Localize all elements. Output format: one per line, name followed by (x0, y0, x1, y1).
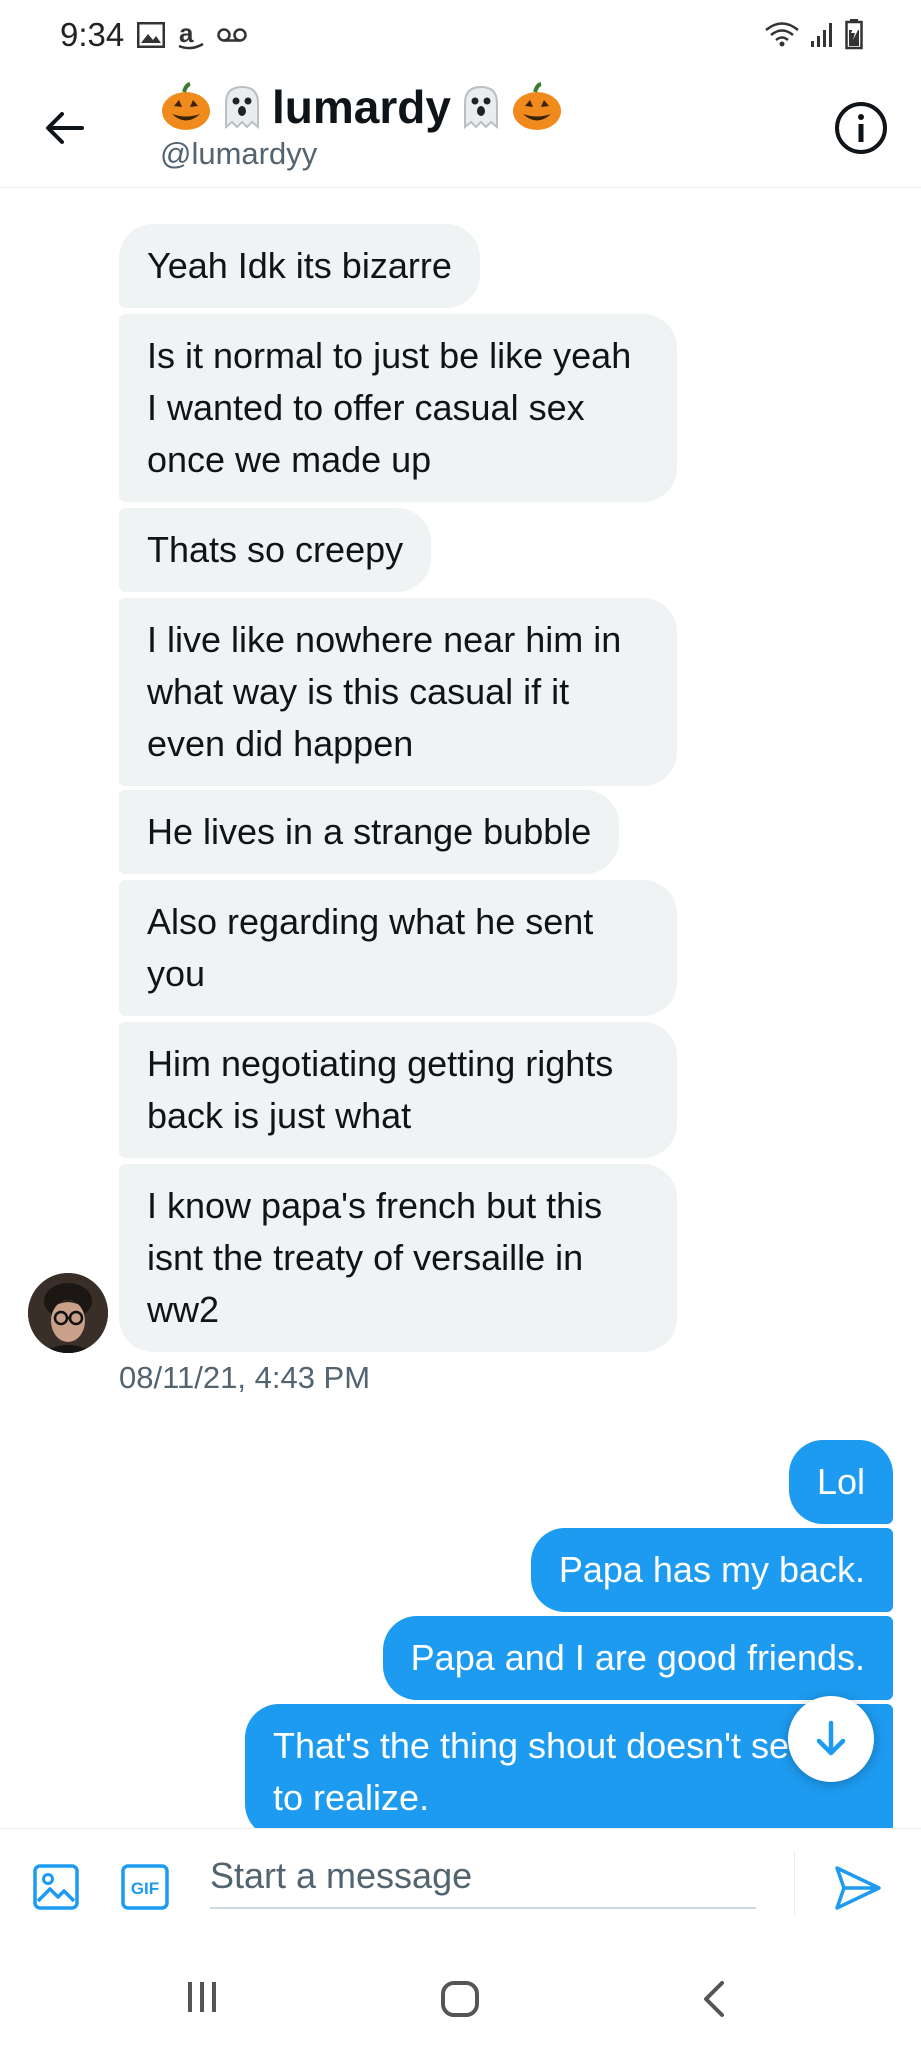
signal-icon (809, 19, 837, 54)
message-composer: GIF Start a message (0, 1828, 921, 1939)
voicemail-icon (217, 25, 247, 50)
info-button[interactable] (831, 98, 891, 158)
message-bubble-incoming[interactable]: Yeah Idk its bizarre (119, 224, 480, 308)
recent-apps-icon (188, 1982, 216, 2012)
gif-icon: GIF (121, 1864, 169, 1910)
message-bubble-incoming[interactable]: Also regarding what he sent you (119, 880, 677, 1016)
message-bubble-outgoing[interactable]: Lol (788, 1440, 893, 1524)
message-bubble-outgoing[interactable]: Papa and I are good friends. (382, 1616, 893, 1700)
message-bubble-incoming[interactable]: Is it normal to just be like yeah I want… (119, 314, 677, 502)
message-bubble-outgoing[interactable]: Papa has my back. (530, 1528, 893, 1612)
home-button[interactable] (440, 1980, 480, 2023)
conversation-handle: @lumardyy (160, 136, 318, 171)
arrow-down-icon (816, 1720, 846, 1756)
info-icon (835, 102, 887, 154)
send-button[interactable] (834, 1865, 882, 1916)
back-nav-button[interactable] (700, 1980, 728, 2023)
message-input[interactable]: Start a message (210, 1851, 756, 1909)
conversation-title: lumardy (160, 74, 563, 140)
jack-o-lantern-emoji (512, 82, 561, 130)
ghost-emoji (225, 85, 259, 130)
jack-o-lantern-emoji (162, 82, 210, 130)
ghost-emoji (463, 85, 498, 130)
composer-divider (794, 1851, 795, 1915)
status-right-icons (763, 18, 863, 55)
home-icon (441, 1981, 479, 2017)
status-left-icons: a (136, 18, 247, 55)
message-list[interactable]: Yeah Idk its bizarre Is it normal to jus… (0, 188, 921, 1828)
status-bar: 9:34 a (0, 0, 921, 72)
message-bubble-incoming[interactable]: I know papa's french but this isnt the t… (119, 1164, 677, 1352)
profile-photo (28, 1273, 108, 1353)
gif-button[interactable]: GIF (120, 1863, 170, 1916)
arrow-left-icon (46, 112, 84, 144)
gif-label: GIF (131, 1879, 159, 1898)
conversation-header: lumardy @lumardyy (0, 72, 921, 188)
status-time: 9:34 (60, 16, 125, 53)
message-bubble-incoming[interactable]: Him negotiating getting rights back is j… (119, 1022, 677, 1158)
message-bubble-incoming[interactable]: Thats so creepy (119, 508, 432, 592)
media-button[interactable] (32, 1863, 80, 1916)
message-bubble-incoming[interactable]: He lives in a strange bubble (119, 790, 620, 874)
amazon-icon: a (177, 18, 205, 55)
conversation-name: lumardy (272, 81, 451, 133)
avatar[interactable] (28, 1273, 108, 1353)
send-icon (835, 1866, 881, 1910)
conversation-title-block[interactable]: lumardy @lumardyy (160, 74, 563, 172)
chevron-left-icon (704, 1981, 724, 2017)
message-bubble-incoming[interactable]: I live like nowhere near him in what way… (119, 598, 677, 786)
back-button[interactable] (36, 100, 92, 156)
image-icon (33, 1864, 79, 1910)
recent-apps-button[interactable] (184, 1980, 220, 2019)
svg-text:a: a (179, 20, 194, 48)
scroll-to-bottom-button[interactable] (788, 1696, 874, 1782)
battery-icon (845, 18, 863, 55)
message-timestamp: 08/11/21, 4:43 PM (119, 1360, 371, 1395)
wifi-icon (763, 19, 801, 54)
image-notification-icon (136, 21, 166, 53)
system-navigation-bar (0, 1940, 921, 2048)
